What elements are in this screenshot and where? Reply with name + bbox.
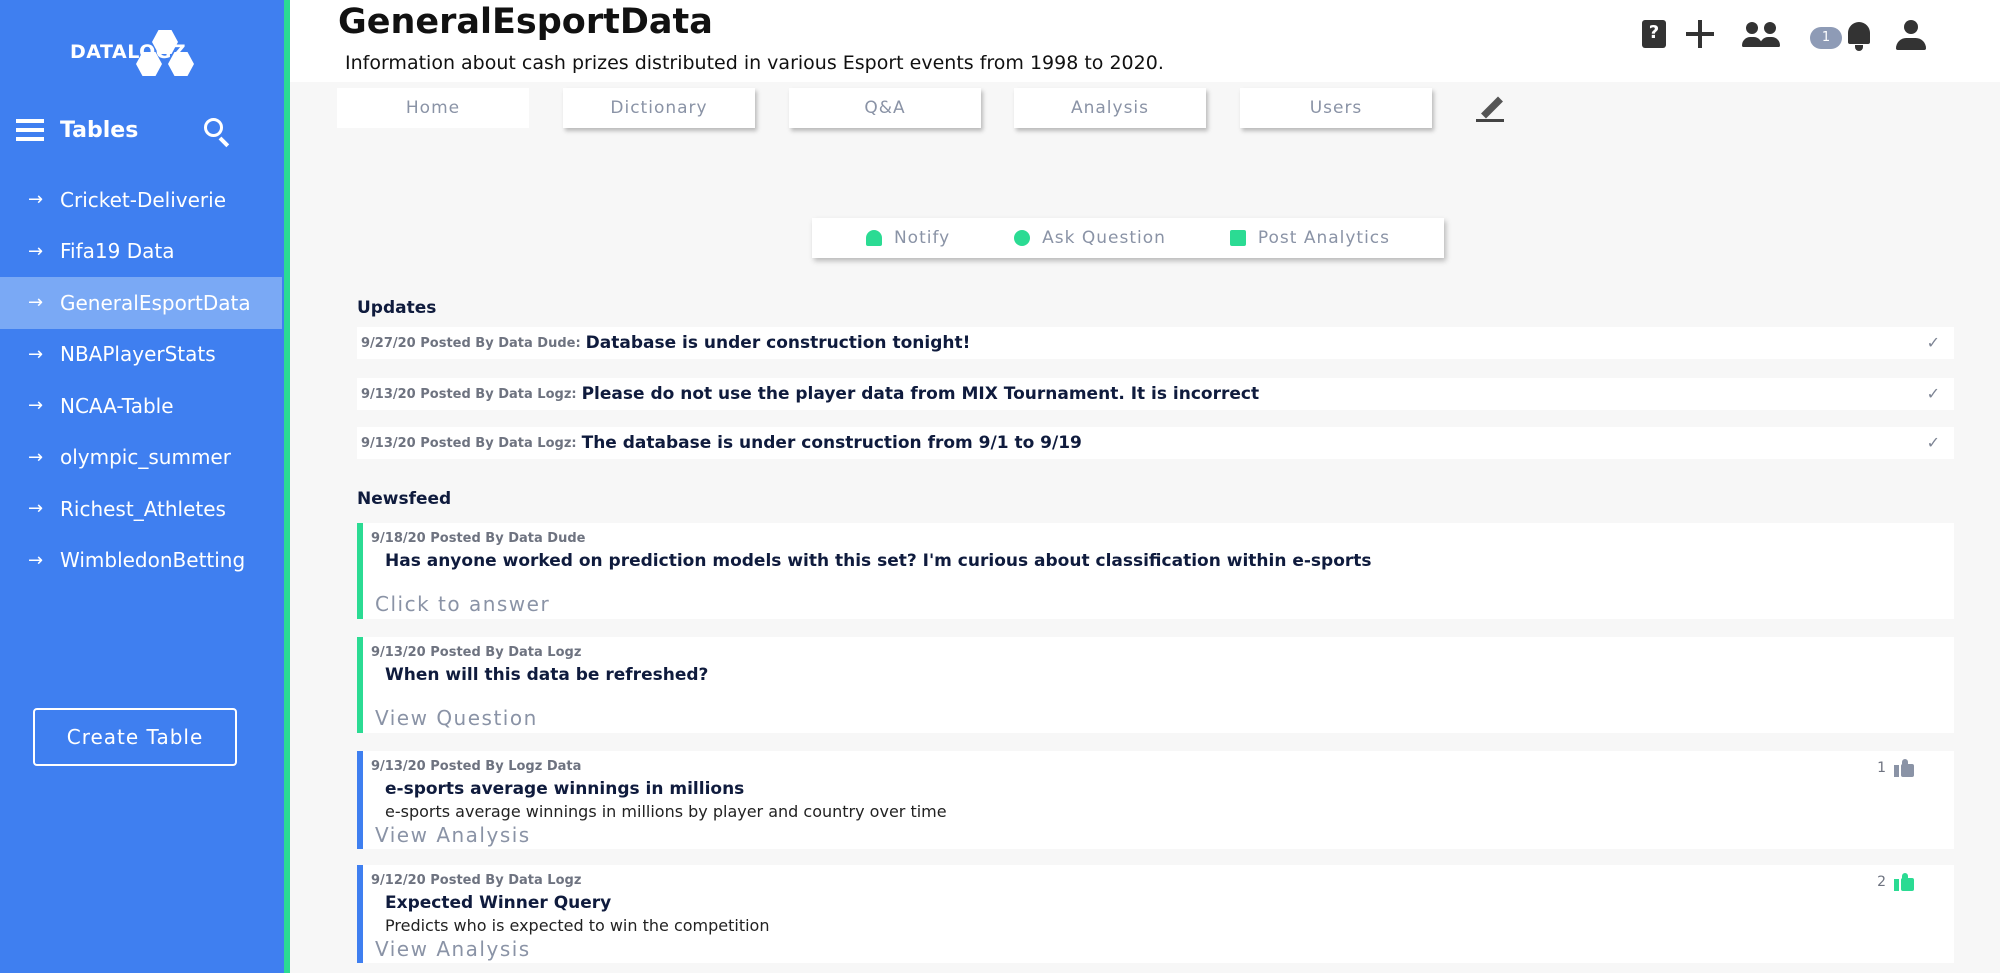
arrow-right-icon: → xyxy=(28,240,44,262)
sidebar-item-richest-athletes[interactable]: → Richest_Athletes xyxy=(0,483,282,535)
newsfeed-item: 9/18/20 Posted By Data Dude Has anyone w… xyxy=(357,523,1954,619)
tables-label: Tables xyxy=(60,117,139,143)
page-subtitle: Information about cash prizes distribute… xyxy=(345,52,1164,74)
post-description: e-sports average winnings in millions by… xyxy=(385,802,947,821)
table-list: → Cricket-Deliverie → Fifa19 Data → General… xyxy=(0,174,282,586)
tab-qa[interactable]: Q&A xyxy=(789,88,981,128)
arrow-right-icon: → xyxy=(28,549,44,571)
view-analysis-link[interactable]: View Analysis xyxy=(375,823,531,847)
update-item: 9/13/20 Posted By Data Logz: The databas… xyxy=(357,427,1954,459)
update-message: Please do not use the player data from M… xyxy=(581,384,1260,404)
arrow-right-icon: → xyxy=(28,395,44,417)
thumbs-up-icon[interactable] xyxy=(1894,873,1914,891)
post-analytics-button[interactable]: Post Analytics xyxy=(1229,228,1391,248)
post-title: Has anyone worked on prediction models w… xyxy=(385,551,1372,571)
menu-icon[interactable] xyxy=(16,119,44,141)
post-analytics-label: Post Analytics xyxy=(1257,228,1391,248)
post-meta: 9/13/20 Posted By Data Logz xyxy=(371,645,582,660)
like-counter: 1 xyxy=(1877,759,1914,777)
sidebar-item-ncaa-table[interactable]: → NCAA-Table xyxy=(0,380,282,432)
view-analysis-link[interactable]: View Analysis xyxy=(375,937,531,961)
tab-dictionary[interactable]: Dictionary xyxy=(563,88,755,128)
like-count: 2 xyxy=(1877,874,1886,890)
bell-icon[interactable] xyxy=(1846,20,1872,52)
newsfeed-item: 9/13/20 Posted By Data Logz When will th… xyxy=(357,637,1954,733)
update-item: 9/13/20 Posted By Data Logz: Please do n… xyxy=(357,378,1954,410)
sidebar-item-label: Cricket-Deliverie xyxy=(60,187,227,212)
updates-heading: Updates xyxy=(357,298,437,318)
post-meta: 9/13/20 Posted By Logz Data xyxy=(371,759,582,774)
sidebar-item-label: olympic_summer xyxy=(60,445,231,470)
arrow-right-icon: → xyxy=(28,498,44,520)
sidebar-item-label: Fifa19 Data xyxy=(60,239,175,264)
page-title: GeneralEsportData xyxy=(338,2,713,42)
like-counter: 2 xyxy=(1877,873,1914,891)
post-meta: 9/12/20 Posted By Data Logz xyxy=(371,873,582,888)
check-icon[interactable]: ✓ xyxy=(1927,384,1940,403)
tab-users[interactable]: Users xyxy=(1240,88,1432,128)
thumbs-up-icon[interactable] xyxy=(1894,759,1914,777)
check-icon[interactable]: ✓ xyxy=(1927,433,1940,452)
sidebar-item-label: Richest_Athletes xyxy=(60,496,226,521)
search-icon[interactable] xyxy=(204,118,232,148)
arrow-right-icon: → xyxy=(28,292,44,314)
notification-count-badge: 1 xyxy=(1810,27,1842,49)
sidebar-item-label: NCAA-Table xyxy=(60,393,174,418)
like-count: 1 xyxy=(1877,760,1886,776)
tab-home[interactable]: Home xyxy=(337,88,529,128)
post-title: e-sports average winnings in millions xyxy=(385,779,745,799)
sidebar-item-nbaplayerstats[interactable]: → NBAPlayerStats xyxy=(0,329,282,381)
update-meta: 9/13/20 Posted By Data Logz: xyxy=(361,435,577,451)
person-icon[interactable] xyxy=(1896,20,1926,52)
newsfeed-item: 9/12/20 Posted By Data Logz Expected Win… xyxy=(357,865,1954,963)
library-icon xyxy=(1229,230,1246,246)
post-description: Predicts who is expected to win the comp… xyxy=(385,916,770,935)
update-message: The database is under construction from … xyxy=(581,433,1082,453)
datalogz-logo[interactable]: DATALOGZ xyxy=(70,24,210,80)
sidebar-item-generalesportdata[interactable]: → GeneralEsportData xyxy=(0,277,282,329)
notify-button[interactable]: Notify xyxy=(865,228,951,248)
sidebar-item-label: GeneralEsportData xyxy=(60,290,251,315)
click-to-answer-link[interactable]: Click to answer xyxy=(375,592,550,616)
view-question-link[interactable]: View Question xyxy=(375,706,538,730)
tab-analysis[interactable]: Analysis xyxy=(1014,88,1206,128)
post-meta: 9/18/20 Posted By Data Dude xyxy=(371,531,586,546)
arrow-right-icon: → xyxy=(28,446,44,468)
sidebar-item-wimbledonbetting[interactable]: → WimbledonBetting xyxy=(0,535,282,587)
notify-label: Notify xyxy=(893,228,951,248)
newsfeed-heading: Newsfeed xyxy=(357,489,452,509)
bulb-icon xyxy=(1014,230,1031,246)
pencil-icon[interactable] xyxy=(1476,94,1504,122)
check-icon[interactable]: ✓ xyxy=(1927,333,1940,352)
ask-question-label: Ask Question xyxy=(1042,228,1166,248)
sidebar: DATALOGZ Tables → Cricket-Deliverie → Fifa… xyxy=(0,0,284,973)
arrow-right-icon: → xyxy=(28,343,44,365)
page-header: GeneralEsportData Information about cash… xyxy=(290,0,2000,82)
newsfeed-item: 9/13/20 Posted By Logz Data e-sports ave… xyxy=(357,751,1954,849)
sidebar-item-label: WimbledonBetting xyxy=(60,548,246,573)
update-message: Database is under construction tonight! xyxy=(585,333,971,353)
plus-icon[interactable] xyxy=(1686,20,1714,48)
post-title: Expected Winner Query xyxy=(385,893,612,913)
help-icon[interactable]: ? xyxy=(1642,20,1666,48)
notify-icon xyxy=(865,230,882,246)
sidebar-item-olympic-summer[interactable]: → olympic_summer xyxy=(0,432,282,484)
post-title: When will this data be refreshed? xyxy=(385,665,709,685)
update-meta: 9/13/20 Posted By Data Logz: xyxy=(361,386,577,402)
action-bar: Notify Ask Question Post Analytics xyxy=(812,218,1444,258)
sidebar-item-cricket-deliverie[interactable]: → Cricket-Deliverie xyxy=(0,174,282,226)
update-meta: 9/27/20 Posted By Data Dude: xyxy=(361,335,581,351)
update-item: 9/27/20 Posted By Data Dude: Database is… xyxy=(357,327,1954,359)
group-icon[interactable] xyxy=(1742,20,1782,50)
sidebar-item-fifa19-data[interactable]: → Fifa19 Data xyxy=(0,226,282,278)
arrow-right-icon: → xyxy=(28,189,44,211)
create-table-button[interactable]: Create Table xyxy=(33,708,237,766)
sidebar-item-label: NBAPlayerStats xyxy=(60,342,216,367)
accent-strip xyxy=(284,0,290,973)
ask-question-button[interactable]: Ask Question xyxy=(1014,228,1166,248)
